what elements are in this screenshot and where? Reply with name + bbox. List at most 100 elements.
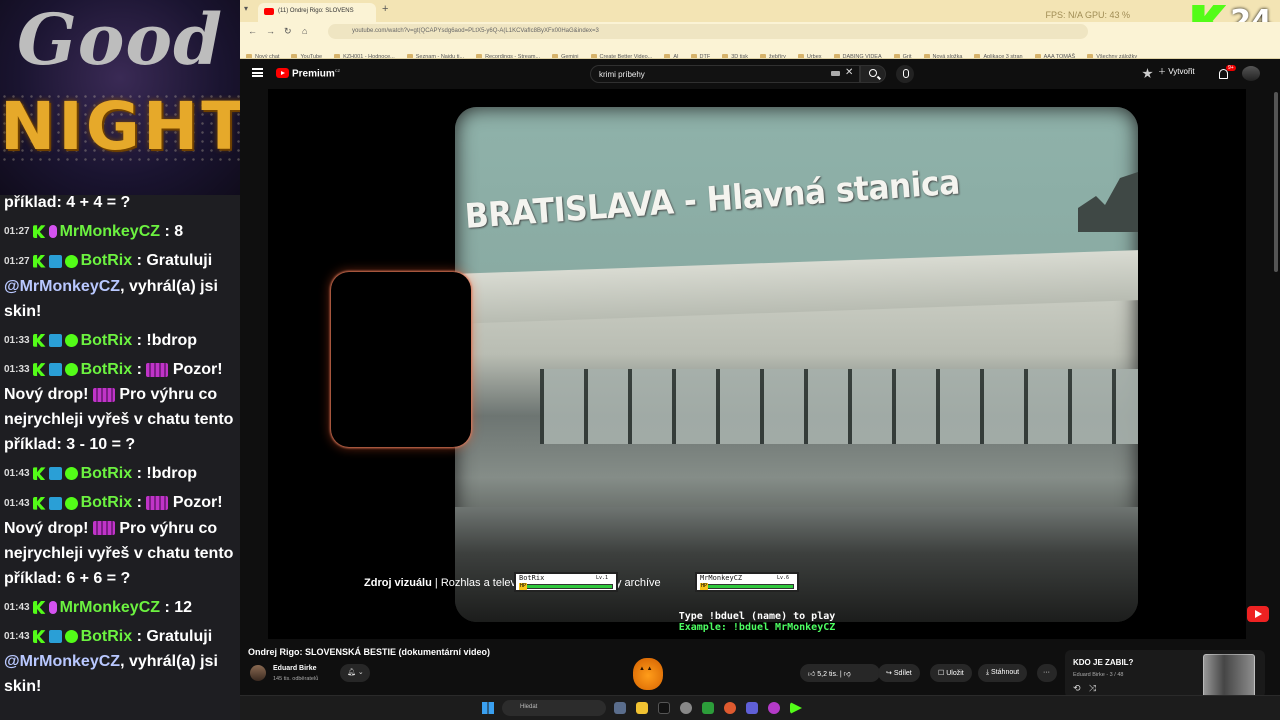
app-icon[interactable]	[746, 702, 758, 714]
settings-icon[interactable]	[680, 702, 692, 714]
chat-message: 01:43 BotRix : !bdrop	[0, 459, 240, 488]
chat-message: 01:43 MrMonkeyCZ : 12	[0, 593, 240, 622]
chat-text: 8	[174, 223, 184, 240]
kick-badge-icon	[32, 467, 46, 481]
chat-username[interactable]: BotRix	[81, 361, 133, 378]
channel-name[interactable]: Eduard Birke	[273, 665, 317, 672]
youtube-play-icon[interactable]	[1247, 606, 1269, 622]
like-count: 5,2 tis.	[817, 671, 838, 678]
account-avatar[interactable]	[1242, 66, 1260, 81]
credit-label: Zdroj vizuálu	[364, 577, 432, 589]
tiktok-icon[interactable]	[658, 702, 670, 714]
create-button[interactable]: ＋ Vytvořit	[1158, 66, 1195, 77]
chat-username[interactable]: MrMonkeyCZ	[60, 599, 160, 616]
url-field[interactable]: youtube.com/watch?v=gt(QCAPYsdg6aod=PLtX…	[328, 24, 1088, 39]
moderator-badge-icon	[48, 496, 62, 510]
video-frame: BRATISLAVA - Hlavná stanica	[455, 107, 1138, 622]
new-tab-button[interactable]: +	[382, 3, 388, 15]
loop-icon[interactable]: ⟲	[1073, 683, 1081, 694]
menu-icon[interactable]	[252, 68, 263, 77]
webcam-overlay	[331, 272, 471, 447]
youtube-header: PremiumCZ krimi príbehy ✕ ＋ Vytvořit 9+	[240, 59, 1280, 89]
chat-log: příklad: 4 + 4 = ? 01:27 MrMonkeyCZ : 8 01:…	[0, 188, 240, 720]
shuffle-icon[interactable]: ⤨	[1089, 683, 1096, 694]
good-night-banner: Good NIGHT	[0, 0, 240, 195]
moderator-badge-icon	[48, 254, 62, 268]
chat-username[interactable]: BotRix	[81, 494, 133, 511]
kick-app-icon[interactable]	[790, 702, 802, 714]
chat-message: 01:43 BotRix : Pozor! Nový drop! Pro výhr…	[0, 488, 240, 592]
like-button[interactable]: 👍︎ 5,2 tis. | 👎︎	[800, 664, 880, 682]
credit-tail: y archíve	[616, 577, 661, 589]
tab-youtube[interactable]: (11) Ondrej Rigo: SLOVENS	[258, 3, 376, 22]
bookmarks-bar: Nový chat YouTube KZH001 - Hodnoce... Sezna…	[240, 41, 1280, 59]
windows-start-icon[interactable]	[482, 702, 494, 714]
chat-text: !bdrop	[146, 331, 198, 349]
verified-badge-icon	[64, 630, 78, 644]
more-actions-button[interactable]: ···	[1037, 664, 1057, 682]
duel-player-level: Lv.6	[776, 575, 789, 581]
chat-username[interactable]: BotRix	[81, 628, 133, 645]
chat-username[interactable]: BotRix	[81, 332, 133, 349]
home-icon[interactable]: ⌂	[302, 26, 307, 36]
clear-search-icon[interactable]: ✕	[845, 67, 853, 78]
kick-badge-icon	[32, 363, 46, 377]
chat-separator: :	[132, 360, 147, 378]
xbox-icon[interactable]	[702, 702, 714, 714]
reload-icon[interactable]: ↻	[284, 26, 292, 37]
chat-username[interactable]: BotRix	[81, 252, 133, 269]
youtube-favicon-icon	[264, 8, 274, 15]
chat-message: příklad: 4 + 4 = ?	[0, 188, 240, 217]
youtube-premium-logo[interactable]: PremiumCZ	[292, 68, 340, 79]
scrollbar[interactable]	[1274, 92, 1278, 272]
subscriber-badge-icon	[48, 225, 57, 239]
hp-label: HP	[700, 583, 709, 590]
chat-mention[interactable]: @MrMonkeyCZ	[4, 278, 120, 295]
save-button[interactable]: ☐ Uložit	[930, 664, 972, 682]
hp-label: HP	[519, 583, 528, 590]
file-explorer-icon[interactable]	[636, 702, 648, 714]
chat-timestamp: 01:43	[4, 631, 30, 643]
emote-icon	[92, 387, 115, 402]
chat-timestamp: 01:27	[4, 226, 30, 238]
trees-silhouette	[1078, 172, 1138, 232]
search-input[interactable]: krimi príbehy	[590, 65, 860, 83]
kick-badge-icon	[32, 333, 46, 347]
search-button[interactable]	[860, 65, 886, 83]
tab-bar: ▾ (11) Ondrej Rigo: SLOVENS + FPS: N/A G…	[240, 0, 1280, 39]
voice-search-button[interactable]	[896, 65, 914, 83]
channel-avatar[interactable]	[250, 665, 266, 681]
kick-badge-icon	[32, 254, 46, 268]
forward-arrow-icon[interactable]: →	[266, 26, 275, 36]
studio-icon[interactable]	[1142, 68, 1153, 79]
duel-help-line: Type !bduel (name) to play	[678, 611, 836, 622]
chat-mention[interactable]: @MrMonkeyCZ	[4, 653, 120, 670]
youtube-logo-icon[interactable]	[276, 68, 289, 78]
task-view-icon[interactable]	[614, 702, 626, 714]
video-player[interactable]: BRATISLAVA - Hlavná stanica Zdroj vizuál…	[268, 89, 1246, 639]
performance-readout: FPS: N/A GPU: 43 %	[1045, 10, 1130, 20]
moderator-badge-icon	[48, 333, 62, 347]
chat-message: 01:33 BotRix : Pozor! Nový drop! Pro výhr…	[0, 355, 240, 459]
chat-username[interactable]: MrMonkeyCZ	[60, 223, 160, 240]
chat-username[interactable]: BotRix	[81, 465, 133, 482]
taskbar-search[interactable]: Hledat	[502, 700, 606, 716]
hp-fill	[701, 585, 793, 588]
share-button[interactable]: ↪ Sdílet	[878, 664, 920, 682]
kick-badge-icon	[32, 600, 46, 614]
moderator-badge-icon	[48, 630, 62, 644]
brand-label: Premium	[292, 68, 335, 80]
verified-badge-icon	[64, 254, 78, 268]
duel-player-name: MrMonkeyCZ	[700, 574, 743, 582]
subscription-bell-button[interactable]: 🔔︎ ⌄	[340, 664, 370, 682]
back-arrow-icon[interactable]: ←	[248, 26, 257, 36]
chat-message: 01:33 BotRix : !bdrop	[0, 326, 240, 355]
playlist-card[interactable]: KDO JE ZABIL? Eduard Birke - 3 / 48 ⟲ ⤨	[1065, 650, 1265, 714]
duel-card-botrix: BotRix Lv.1 HP	[514, 572, 618, 592]
browser-icon[interactable]	[724, 702, 736, 714]
obs-icon[interactable]	[768, 702, 780, 714]
tab-list-icon[interactable]: ▾	[244, 4, 248, 13]
keyboard-icon[interactable]	[831, 71, 840, 76]
download-button[interactable]: ⤓ Stáhnout	[978, 664, 1028, 682]
chat-timestamp: 01:27	[4, 255, 30, 267]
